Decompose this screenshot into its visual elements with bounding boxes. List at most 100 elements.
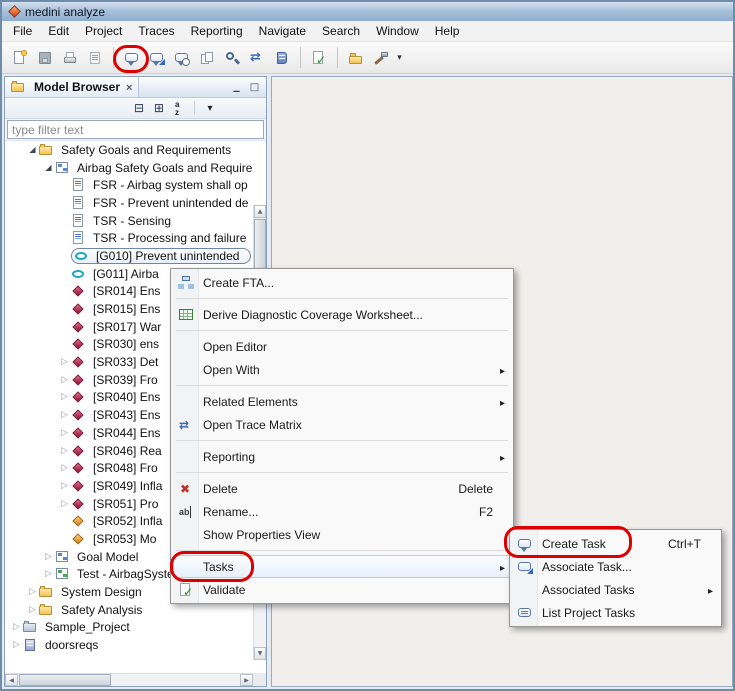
- search-button[interactable]: [220, 46, 244, 70]
- scroll-up-button[interactable]: [254, 205, 266, 218]
- copy-button[interactable]: [195, 46, 219, 70]
- expand-arrow-icon[interactable]: [58, 463, 71, 473]
- open-folder-button[interactable]: [344, 46, 368, 70]
- maximize-view-button[interactable]: [247, 80, 262, 94]
- menu-item-label: List Project Tasks: [542, 606, 635, 620]
- tree-item-label: [SR030] ens: [90, 337, 162, 351]
- create-task-icon-slot: [512, 536, 538, 552]
- tree-item-fsr-prevent-unintended-de[interactable]: FSR - Prevent unintended de: [5, 194, 253, 212]
- expand-arrow-icon[interactable]: [42, 552, 55, 562]
- horizontal-scroll-thumb[interactable]: [19, 674, 111, 686]
- scrollbar-corner: [253, 673, 266, 686]
- submenu-item-associate-task[interactable]: Associate Task...: [512, 555, 719, 578]
- expand-arrow-icon[interactable]: [26, 605, 39, 615]
- context-menu-item-create-fta[interactable]: Create FTA...: [173, 271, 511, 294]
- task-history-button[interactable]: [170, 46, 194, 70]
- menu-help[interactable]: Help: [427, 22, 468, 40]
- tab-model-browser[interactable]: Model Browser: [5, 77, 139, 97]
- submenu-item-list-project-tasks[interactable]: List Project Tasks: [512, 601, 719, 624]
- window-title: medini analyze: [25, 5, 105, 19]
- menu-separator: [176, 550, 508, 551]
- context-menu-item-show-properties-view[interactable]: Show Properties View: [173, 523, 511, 546]
- trace-matrix-icon-slot: [173, 417, 199, 433]
- tree-item-label: Sample_Project: [42, 620, 133, 634]
- tree-item-label: [SR046] Rea: [90, 444, 165, 458]
- expand-arrow-icon[interactable]: [58, 375, 71, 385]
- menu-reporting[interactable]: Reporting: [183, 22, 251, 40]
- menu-traces[interactable]: Traces: [130, 22, 182, 40]
- context-menu-item-derive-diagnostic-coverage-worksheet[interactable]: Derive Diagnostic Coverage Worksheet...: [173, 303, 511, 326]
- build-menu-chevron-icon[interactable]: [394, 47, 405, 69]
- context-menu-item-rename[interactable]: Rename...F2: [173, 500, 511, 523]
- context-menu-item-open-editor[interactable]: Open Editor: [173, 335, 511, 358]
- tree-item-fsr-airbag-system-shall-op[interactable]: FSR - Airbag system shall op: [5, 176, 253, 194]
- tree-item-tsr-processing-and-failure[interactable]: TSR - Processing and failure: [5, 229, 253, 247]
- sort-alphabetical-button[interactable]: [170, 100, 188, 117]
- menu-edit[interactable]: Edit: [40, 22, 77, 40]
- project-tasks-button[interactable]: [270, 46, 294, 70]
- collapse-arrow-icon[interactable]: [42, 163, 55, 172]
- expand-arrow-icon[interactable]: [58, 446, 71, 456]
- expand-arrow-icon[interactable]: [58, 499, 71, 509]
- tree-item-label: Safety Analysis: [58, 603, 145, 617]
- menu-item-label: Associate Task...: [542, 560, 632, 574]
- expand-arrow-icon[interactable]: [58, 392, 71, 402]
- expand-arrow-icon[interactable]: [42, 569, 55, 579]
- tree-item-g010-prevent-unintended[interactable]: [G010] Prevent unintended: [5, 247, 253, 265]
- scroll-down-button[interactable]: [254, 647, 266, 660]
- print-button[interactable]: [58, 46, 82, 70]
- submenu-item-create-task[interactable]: Create TaskCtrl+T: [512, 532, 719, 555]
- context-menu-item-reporting[interactable]: Reporting: [173, 445, 511, 468]
- test-icon: [55, 567, 70, 581]
- expand-all-button[interactable]: [150, 100, 168, 117]
- tree-item-airbag-safety-goals-and-require[interactable]: Airbag Safety Goals and Require: [5, 159, 253, 177]
- req-red-icon: [71, 390, 86, 404]
- goal-icon: [74, 249, 89, 263]
- horizontal-scrollbar[interactable]: [5, 673, 253, 686]
- expand-arrow-icon[interactable]: [26, 587, 39, 597]
- submenu-item-associated-tasks[interactable]: Associated Tasks: [512, 578, 719, 601]
- expand-arrow-icon[interactable]: [58, 357, 71, 367]
- view-menu-button[interactable]: [201, 100, 219, 117]
- tree-item-safety-goals-and-requirements[interactable]: Safety Goals and Requirements: [5, 141, 253, 159]
- associate-task-button[interactable]: [145, 46, 169, 70]
- scroll-left-button[interactable]: [5, 674, 18, 686]
- minimize-view-button[interactable]: [229, 80, 244, 94]
- tree-item-sample-project[interactable]: Sample_Project: [5, 619, 253, 637]
- trace-matrix-button[interactable]: [245, 46, 269, 70]
- export-button[interactable]: [83, 46, 107, 70]
- menu-search[interactable]: Search: [314, 22, 368, 40]
- toolbar-separator: [113, 47, 114, 68]
- tree-item-tsr-sensing[interactable]: TSR - Sensing: [5, 212, 253, 230]
- expand-arrow-icon[interactable]: [10, 640, 23, 650]
- req-red-icon: [71, 408, 86, 422]
- context-menu-item-related-elements[interactable]: Related Elements: [173, 390, 511, 413]
- tree-item-doorsreqs[interactable]: doorsreqs: [5, 636, 253, 654]
- tree-item-label: [SR039] Fro: [90, 373, 161, 387]
- submenu-arrow-icon: [500, 363, 505, 377]
- new-wizard-button[interactable]: [8, 46, 32, 70]
- build-tools-button[interactable]: [369, 46, 393, 70]
- validate-button[interactable]: [307, 46, 331, 70]
- context-menu-item-open-trace-matrix[interactable]: Open Trace Matrix: [173, 413, 511, 436]
- context-menu-item-tasks[interactable]: Tasks: [173, 555, 511, 578]
- menu-navigate[interactable]: Navigate: [251, 22, 314, 40]
- expand-arrow-icon[interactable]: [10, 622, 23, 632]
- menu-window[interactable]: Window: [368, 22, 427, 40]
- menu-project[interactable]: Project: [77, 22, 130, 40]
- close-tab-icon[interactable]: [126, 80, 132, 94]
- create-task-button[interactable]: [120, 46, 144, 70]
- expand-arrow-icon[interactable]: [58, 428, 71, 438]
- context-menu-item-open-with[interactable]: Open With: [173, 358, 511, 381]
- expand-arrow-icon[interactable]: [58, 481, 71, 491]
- menu-file[interactable]: File: [5, 22, 40, 40]
- context-menu-item-delete[interactable]: DeleteDelete: [173, 477, 511, 500]
- context-menu-item-validate[interactable]: Validate: [173, 578, 511, 601]
- title-bar[interactable]: medini analyze: [2, 2, 733, 21]
- save-button[interactable]: [33, 46, 57, 70]
- expand-arrow-icon[interactable]: [58, 410, 71, 420]
- scroll-right-button[interactable]: [240, 674, 253, 686]
- filter-input[interactable]: [7, 120, 264, 139]
- collapse-all-button[interactable]: [130, 100, 148, 117]
- collapse-arrow-icon[interactable]: [26, 145, 39, 154]
